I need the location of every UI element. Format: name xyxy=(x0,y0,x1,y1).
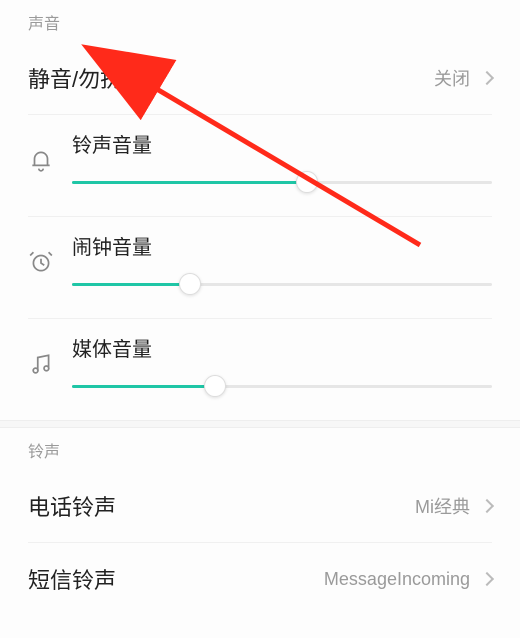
row-sms-ringtone-value: MessageIncoming xyxy=(324,569,470,590)
slider-block-media: 媒体音量 xyxy=(0,319,520,420)
slider-ringtone[interactable] xyxy=(72,170,492,194)
chevron-right-icon xyxy=(480,572,494,586)
slider-alarm-label: 闹钟音量 xyxy=(72,231,492,260)
row-sms-ringtone-title: 短信铃声 xyxy=(28,563,324,595)
section-header-ringtone: 铃声 xyxy=(0,428,520,470)
row-phone-ringtone-value: Mi经典 xyxy=(415,493,470,519)
slider-media[interactable] xyxy=(72,374,492,398)
slider-thumb[interactable] xyxy=(296,171,318,193)
slider-ringtone-label: 铃声音量 xyxy=(72,129,492,158)
music-note-icon xyxy=(28,351,54,377)
slider-fill xyxy=(72,385,215,388)
section-divider xyxy=(0,420,520,428)
section-header-ringtone-label: 铃声 xyxy=(28,444,60,461)
slider-block-alarm: 闹钟音量 xyxy=(0,217,520,318)
slider-alarm[interactable] xyxy=(72,272,492,296)
slider-thumb[interactable] xyxy=(179,273,201,295)
row-phone-ringtone[interactable]: 电话铃声 Mi经典 xyxy=(0,470,520,542)
chevron-right-icon xyxy=(480,71,494,85)
slider-thumb[interactable] xyxy=(204,375,226,397)
row-phone-ringtone-title: 电话铃声 xyxy=(28,490,415,522)
slider-media-label: 媒体音量 xyxy=(72,333,492,362)
alarm-clock-icon xyxy=(28,249,54,275)
section-header-sound-label: 声音 xyxy=(28,16,60,33)
row-dnd[interactable]: 静音/勿扰 关闭 xyxy=(0,42,520,114)
row-dnd-title: 静音/勿扰 xyxy=(28,62,434,94)
row-sms-ringtone[interactable]: 短信铃声 MessageIncoming xyxy=(0,543,520,615)
bell-icon xyxy=(28,147,54,173)
section-header-sound: 声音 xyxy=(0,0,520,42)
chevron-right-icon xyxy=(480,499,494,513)
slider-fill xyxy=(72,181,307,184)
row-dnd-value: 关闭 xyxy=(434,65,470,91)
slider-fill xyxy=(72,283,190,286)
slider-block-ringtone: 铃声音量 xyxy=(0,115,520,216)
